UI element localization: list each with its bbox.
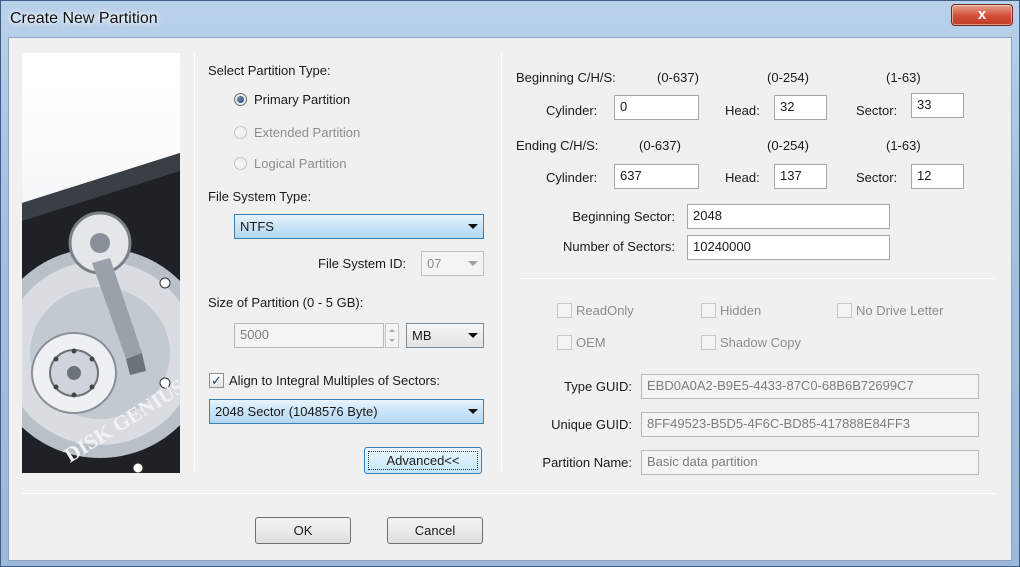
begin-cylinder-label: Cylinder: (546, 103, 598, 118)
size-unit-value: MB (412, 328, 432, 343)
no-drive-letter-label[interactable]: No Drive Letter (856, 303, 943, 318)
disk-genius-illustration: DISK GENIUS (22, 53, 180, 473)
dialog-window: Create New Partition x DISK GENIUS Selec… (0, 0, 1020, 567)
end-cylinder-range: (0-637) (639, 138, 681, 153)
end-cylinder-label: Cylinder: (546, 170, 598, 185)
end-sector-label: Sector: (856, 170, 898, 185)
center-divider (501, 53, 502, 471)
unique-guid-input[interactable]: 8FF49523-B5D5-4F6C-BD85-417888E84FF3 (641, 412, 979, 437)
beginning-sector-label: Beginning Sector: (572, 209, 675, 224)
align-label[interactable]: Align to Integral Multiples of Sectors: (229, 373, 440, 388)
end-sector-input[interactable]: 12 (911, 164, 964, 189)
close-icon: x (977, 6, 987, 23)
readonly-label[interactable]: ReadOnly (576, 303, 634, 318)
ok-button-label: OK (293, 523, 313, 538)
begin-cylinder-input[interactable]: 0 (614, 95, 699, 120)
align-dropdown[interactable]: 2048 Sector (1048576 Byte) (209, 399, 484, 424)
left-divider (194, 53, 195, 471)
radio-primary-partition[interactable] (234, 93, 247, 106)
num-sectors-label: Number of Sectors: (563, 239, 675, 254)
fs-type-dropdown[interactable]: NTFS (234, 214, 484, 239)
window-title: Create New Partition (10, 10, 158, 27)
begin-head-input[interactable]: 32 (774, 95, 827, 120)
close-button[interactable]: x (951, 4, 1013, 26)
readonly-checkbox[interactable] (557, 303, 572, 318)
chevron-down-icon (468, 261, 478, 266)
end-head-input[interactable]: 137 (774, 164, 827, 189)
extended-partition-label[interactable]: Extended Partition (254, 125, 360, 140)
partition-name-input[interactable]: Basic data partition (641, 450, 979, 475)
end-sector-range: (1-63) (886, 138, 921, 153)
end-head-label: Head: (725, 170, 760, 185)
begin-sector-input[interactable]: 33 (911, 93, 964, 118)
chevron-down-icon (468, 409, 478, 414)
radio-logical-partition[interactable] (234, 157, 247, 170)
fs-type-value: NTFS (240, 219, 274, 234)
oem-label[interactable]: OEM (576, 335, 606, 350)
fs-id-value: 07 (427, 256, 442, 271)
end-head-range: (0-254) (767, 138, 809, 153)
begin-sector-range: (1-63) (886, 70, 921, 85)
radio-extended-partition[interactable] (234, 126, 247, 139)
chevron-down-icon (468, 224, 478, 229)
shadow-copy-label[interactable]: Shadow Copy (720, 335, 801, 350)
type-guid-input[interactable]: EBD0A0A2-B9E5-4433-87C0-68B6B72699C7 (641, 374, 979, 399)
partition-name-label: Partition Name: (542, 455, 632, 470)
size-unit-dropdown[interactable]: MB (406, 323, 484, 348)
attributes-divider (520, 278, 995, 279)
dialog-client-area: DISK GENIUS Select Partition Type: Prima… (8, 37, 1012, 561)
title-bar[interactable]: Create New Partition x (1, 1, 1019, 37)
begin-sector-label: Sector: (856, 103, 898, 118)
cancel-button[interactable]: Cancel (387, 517, 483, 544)
begin-cylinder-range: (0-637) (657, 70, 699, 85)
fs-id-label: File System ID: (318, 256, 407, 271)
align-checkbox[interactable]: ✓ (209, 373, 224, 388)
partition-type-label: Select Partition Type: (208, 63, 331, 78)
begin-head-range: (0-254) (767, 70, 809, 85)
end-cylinder-input[interactable]: 637 (614, 164, 699, 189)
checkmark-icon: ✓ (211, 373, 222, 388)
oem-checkbox[interactable] (557, 335, 572, 350)
fs-id-dropdown[interactable]: 07 (421, 251, 484, 276)
begin-head-label: Head: (725, 103, 760, 118)
hidden-checkbox[interactable] (701, 303, 716, 318)
cancel-button-label: Cancel (414, 523, 456, 538)
ok-button[interactable]: OK (255, 517, 351, 544)
num-sectors-input[interactable]: 10240000 (687, 235, 890, 260)
footer-divider (22, 493, 996, 494)
unique-guid-label: Unique GUID: (551, 417, 632, 432)
no-drive-letter-checkbox[interactable] (837, 303, 852, 318)
hard-disk-icon: DISK GENIUS (22, 153, 180, 473)
hidden-label[interactable]: Hidden (720, 303, 761, 318)
spin-up-icon[interactable] (389, 329, 395, 332)
size-label: Size of Partition (0 - 5 GB): (208, 295, 364, 310)
spin-down-icon[interactable] (389, 339, 395, 342)
size-input[interactable]: 5000 (234, 323, 384, 348)
logical-partition-label[interactable]: Logical Partition (254, 156, 347, 171)
type-guid-label: Type GUID: (564, 379, 632, 394)
beginning-chs-label: Beginning C/H/S: (516, 70, 616, 85)
advanced-button[interactable]: Advanced<< (364, 447, 482, 474)
size-spinner[interactable] (385, 323, 399, 348)
fs-type-label: File System Type: (208, 189, 312, 204)
align-value: 2048 Sector (1048576 Byte) (215, 404, 378, 419)
shadow-copy-checkbox[interactable] (701, 335, 716, 350)
ending-chs-label: Ending C/H/S: (516, 138, 599, 153)
beginning-sector-input[interactable]: 2048 (687, 204, 890, 229)
primary-partition-label[interactable]: Primary Partition (254, 92, 350, 107)
chevron-down-icon (468, 333, 478, 338)
